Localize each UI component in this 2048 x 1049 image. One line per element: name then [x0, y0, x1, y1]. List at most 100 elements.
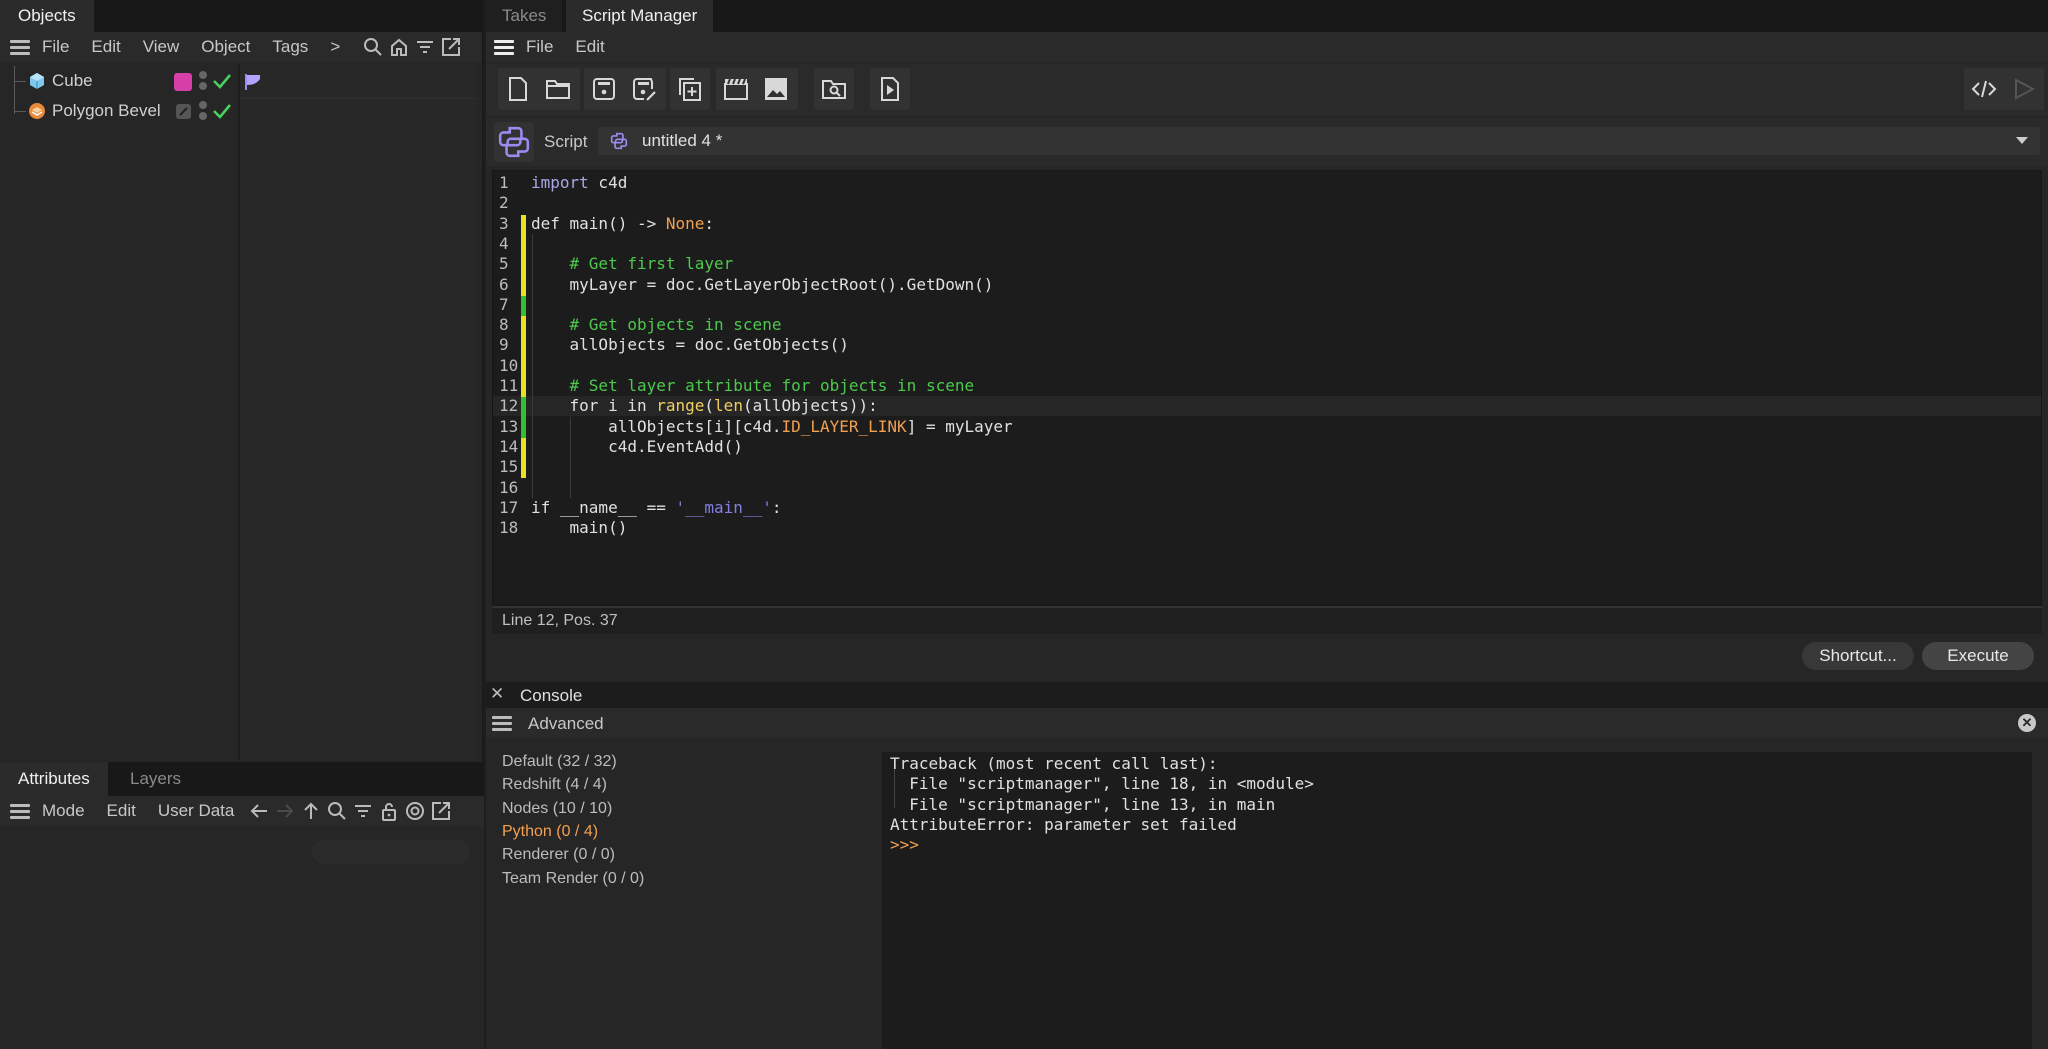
console-output[interactable]: Traceback (most recent call last): File …	[882, 752, 2032, 1049]
console-filter-item[interactable]: Default (32 / 32)	[502, 750, 617, 773]
menu-edit[interactable]: Edit	[91, 37, 120, 57]
console-filter-item[interactable]: Nodes (10 / 10)	[502, 797, 612, 820]
browse-folder-icon[interactable]	[814, 68, 854, 110]
change-marker	[521, 214, 526, 296]
code-line[interactable]: 8 # Get objects in scene	[493, 315, 2041, 335]
tab-objects[interactable]: Objects	[0, 0, 94, 32]
console-prompt[interactable]: >>>	[890, 835, 919, 855]
code-line[interactable]: 14 c4d.EventAdd()	[493, 437, 2041, 457]
console-output-line: AttributeError: parameter set failed	[890, 814, 1237, 834]
code-text: import c4d	[531, 173, 628, 192]
layer-color-swatch[interactable]	[174, 73, 192, 91]
save-as-icon[interactable]	[624, 68, 664, 110]
line-number: 7	[499, 294, 509, 314]
tab-takes[interactable]: Takes	[486, 0, 563, 32]
execute-button[interactable]: Execute	[1922, 642, 2034, 670]
hamburger-menu-icon[interactable]	[494, 40, 514, 55]
code-line[interactable]: 13 allObjects[i][c4d.ID_LAYER_LINK] = my…	[493, 417, 2041, 437]
clapper-icon[interactable]	[716, 68, 756, 110]
enabled-check-icon[interactable]	[212, 72, 232, 95]
menu-more[interactable]: >	[330, 37, 340, 57]
save-icon[interactable]	[584, 68, 624, 110]
search-icon[interactable]	[362, 36, 384, 58]
hamburger-menu-icon[interactable]	[10, 804, 30, 819]
tab-script-manager[interactable]: Script Manager	[566, 0, 714, 32]
filter-icon[interactable]	[414, 36, 436, 58]
console-filter-item[interactable]: Team Render (0 / 0)	[502, 867, 644, 890]
tab-layers[interactable]: Layers	[112, 762, 199, 796]
hamburger-menu-icon[interactable]	[492, 716, 512, 731]
script-selector-row: Script untitled 4 *	[486, 118, 2048, 166]
attributes-search-field[interactable]	[312, 840, 470, 864]
menu-file[interactable]: File	[526, 37, 553, 57]
filter-icon[interactable]	[352, 800, 374, 822]
object-name[interactable]: Cube	[52, 71, 93, 91]
console-output-line: Traceback (most recent call last):	[890, 754, 1218, 773]
cube-icon	[28, 72, 46, 90]
visibility-dots[interactable]	[199, 71, 207, 93]
code-line[interactable]: 16	[493, 478, 2041, 498]
hamburger-menu-icon[interactable]	[10, 40, 30, 55]
line-number: 15	[499, 457, 519, 477]
tab-attributes[interactable]: Attributes	[0, 762, 108, 796]
script-dropdown[interactable]: untitled 4 *	[598, 127, 2040, 155]
visibility-dots[interactable]	[199, 101, 207, 123]
unlock-icon[interactable]	[378, 800, 400, 822]
code-editor[interactable]: 1 import c4d 2 3 def main() -> None: 4 5 # Get…	[492, 170, 2042, 606]
layer-tag-icon[interactable]	[244, 73, 262, 96]
menu-user-data[interactable]: User Data	[158, 801, 235, 821]
code-line[interactable]: 5 # Get first layer	[493, 254, 2041, 274]
code-line[interactable]: 3 def main() -> None:	[493, 214, 2041, 234]
menu-edit[interactable]: Edit	[575, 37, 604, 57]
code-line[interactable]: 17 if __name__ == '__main__':	[493, 498, 2041, 518]
code-view-icon[interactable]	[1964, 68, 2004, 110]
object-tree: Cube Polygon Bevel	[0, 64, 240, 760]
chevron-down-icon[interactable]	[2016, 137, 2028, 144]
menu-object[interactable]: Object	[201, 37, 250, 57]
up-arrow-icon[interactable]	[300, 800, 322, 822]
enabled-check-icon[interactable]	[212, 102, 232, 125]
code-text: # Set layer attribute for objects in sce…	[569, 376, 975, 395]
home-icon[interactable]	[388, 36, 410, 58]
console-filter-item[interactable]: Renderer (0 / 0)	[502, 843, 615, 866]
layer-swatch-empty[interactable]	[176, 104, 191, 119]
object-name[interactable]: Polygon Bevel	[52, 101, 161, 121]
code-line[interactable]: 4	[493, 234, 2041, 254]
new-file-icon[interactable]	[498, 68, 538, 110]
image-icon[interactable]	[756, 68, 796, 110]
code-line[interactable]: 1 import c4d	[493, 173, 2041, 193]
menu-edit[interactable]: Edit	[107, 801, 136, 821]
console-mode[interactable]: Advanced	[528, 714, 604, 734]
right-tabbar: Takes Script Manager	[486, 0, 2048, 32]
menu-mode[interactable]: Mode	[42, 801, 85, 821]
new-window-icon[interactable]	[430, 800, 452, 822]
back-arrow-icon[interactable]	[248, 800, 270, 822]
tags-column	[240, 64, 476, 760]
code-line[interactable]: 18 main()	[493, 518, 2041, 538]
console-filter-item[interactable]: Python (0 / 4)	[502, 820, 598, 843]
code-line[interactable]: 15	[493, 457, 2041, 477]
code-line[interactable]: 6 myLayer = doc.GetLayerObjectRoot().Get…	[493, 275, 2041, 295]
code-line[interactable]: 2	[493, 193, 2041, 213]
new-window-icon[interactable]	[440, 36, 462, 58]
code-line[interactable]: 12 for i in range(len(allObjects)):	[493, 396, 2041, 417]
clear-console-icon[interactable]: ✕	[2018, 714, 2036, 732]
menu-tags[interactable]: Tags	[272, 37, 308, 57]
code-line[interactable]: 9 allObjects = doc.GetObjects()	[493, 335, 2041, 355]
search-icon[interactable]	[326, 800, 348, 822]
code-line[interactable]: 11 # Set layer attribute for objects in …	[493, 376, 2041, 396]
code-line[interactable]: 10	[493, 356, 2041, 376]
target-icon[interactable]	[404, 800, 426, 822]
attributes-tabbar: Attributes Layers	[0, 762, 484, 796]
close-icon[interactable]: ✕	[490, 684, 504, 704]
line-number: 9	[499, 335, 509, 355]
open-folder-icon[interactable]	[538, 68, 578, 110]
attributes-panel: Attributes Layers Mode Edit User Data	[0, 762, 484, 1049]
menu-file[interactable]: File	[42, 37, 69, 57]
console-filter-item[interactable]: Redshift (4 / 4)	[502, 773, 607, 796]
shortcut-button[interactable]: Shortcut...	[1802, 642, 1914, 670]
menu-view[interactable]: View	[143, 37, 180, 57]
run-file-icon[interactable]	[870, 68, 910, 110]
code-line[interactable]: 7	[493, 295, 2041, 315]
duplicate-icon[interactable]	[670, 68, 710, 110]
